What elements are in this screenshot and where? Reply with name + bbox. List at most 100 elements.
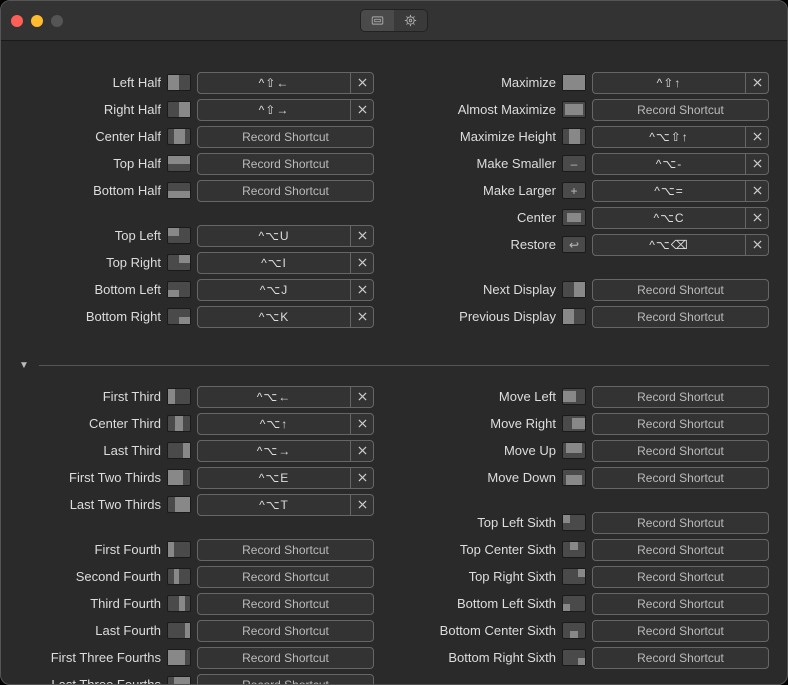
make-smaller-shortcut-field[interactable]: ^⌥- bbox=[592, 153, 769, 175]
top-center-sixth-shortcut-field[interactable]: Record Shortcut bbox=[592, 539, 769, 561]
last-two-thirds-shortcut-field[interactable]: ^⌥T bbox=[197, 494, 374, 516]
first-two-thirds-shortcut-field[interactable]: ^⌥E bbox=[197, 467, 374, 489]
bottom-right-clear-button[interactable] bbox=[350, 307, 373, 327]
shortcut-row-last-two-thirds: Last Two Thirds^⌥T bbox=[19, 491, 374, 518]
last-third-shortcut-text: ^⌥→ bbox=[198, 441, 350, 461]
move-left-shortcut-field[interactable]: Record Shortcut bbox=[592, 386, 769, 408]
top-left-shortcut-field[interactable]: ^⌥U bbox=[197, 225, 374, 247]
center-third-clear-button[interactable] bbox=[350, 414, 373, 434]
right-half-shortcut-text: ^⇧→ bbox=[198, 100, 350, 120]
bottom-left-sixth-shortcut-field[interactable]: Record Shortcut bbox=[592, 593, 769, 615]
center-shortcut-field[interactable]: ^⌥C bbox=[592, 207, 769, 229]
center-label: Center bbox=[414, 210, 556, 225]
second-fourth-shortcut-field[interactable]: Record Shortcut bbox=[197, 566, 374, 588]
bottom-right-sixth-shortcut-field[interactable]: Record Shortcut bbox=[592, 647, 769, 669]
top-right-label: Top Right bbox=[19, 255, 161, 270]
bottom-half-shortcut-field[interactable]: Record Shortcut bbox=[197, 180, 374, 202]
disclosure-toggle[interactable]: ▼ bbox=[19, 360, 29, 371]
first-three-fourths-shortcut-text: Record Shortcut bbox=[198, 648, 373, 668]
top-center-sixth-shortcut-text: Record Shortcut bbox=[593, 540, 768, 560]
first-third-shortcut-field[interactable]: ^⌥← bbox=[197, 386, 374, 408]
center-clear-button[interactable] bbox=[745, 208, 768, 228]
restore-clear-button[interactable] bbox=[745, 235, 768, 255]
right-half-clear-button[interactable] bbox=[350, 100, 373, 120]
top-center-sixth-label: Top Center Sixth bbox=[414, 542, 556, 557]
top-half-shortcut-field[interactable]: Record Shortcut bbox=[197, 153, 374, 175]
shortcut-row-bottom-half: Bottom HalfRecord Shortcut bbox=[19, 177, 374, 204]
shortcut-row-bottom-left-sixth: Bottom Left Sixth Record Shortcut bbox=[414, 590, 769, 617]
top-right-sixth-shortcut-field[interactable]: Record Shortcut bbox=[592, 566, 769, 588]
bottom-center-sixth-shortcut-field[interactable]: Record Shortcut bbox=[592, 620, 769, 642]
move-up-shortcut-field[interactable]: Record Shortcut bbox=[592, 440, 769, 462]
left-half-shortcut-field[interactable]: ^⇧← bbox=[197, 72, 374, 94]
maximize-shortcut-field[interactable]: ^⇧↑ bbox=[592, 72, 769, 94]
center-half-shortcut-field[interactable]: Record Shortcut bbox=[197, 126, 374, 148]
last-third-shortcut-field[interactable]: ^⌥→ bbox=[197, 440, 374, 462]
almost-maximize-thumb bbox=[562, 101, 586, 118]
bottom-right-sixth-shortcut-text: Record Shortcut bbox=[593, 648, 768, 668]
bottom-left-sixth-label: Bottom Left Sixth bbox=[414, 596, 556, 611]
last-fourth-shortcut-field[interactable]: Record Shortcut bbox=[197, 620, 374, 642]
shortcut-row-next-display: Next DisplayRecord Shortcut bbox=[414, 276, 769, 303]
almost-maximize-shortcut-field[interactable]: Record Shortcut bbox=[592, 99, 769, 121]
shortcut-row-bottom-right: Bottom Right^⌥K bbox=[19, 303, 374, 330]
first-third-thumb bbox=[167, 388, 191, 405]
tab-settings[interactable] bbox=[394, 10, 427, 31]
shortcut-row-last-third: Last Third^⌥→ bbox=[19, 437, 374, 464]
group: Maximize^⇧↑Almost MaximizeRecord Shortcu… bbox=[414, 69, 769, 258]
bottom-right-thumb bbox=[167, 308, 191, 325]
maximize-height-clear-button[interactable] bbox=[745, 127, 768, 147]
divider-line bbox=[39, 365, 769, 366]
make-smaller-clear-button[interactable] bbox=[745, 154, 768, 174]
close-button[interactable] bbox=[11, 15, 23, 27]
make-larger-thumb-glyph: + bbox=[570, 185, 577, 197]
make-larger-shortcut-field[interactable]: ^⌥= bbox=[592, 180, 769, 202]
top-right-clear-button[interactable] bbox=[350, 253, 373, 273]
restore-shortcut-field[interactable]: ^⌥⌫ bbox=[592, 234, 769, 256]
previous-display-thumb bbox=[562, 308, 586, 325]
third-fourth-shortcut-field[interactable]: Record Shortcut bbox=[197, 593, 374, 615]
shortcut-row-second-fourth: Second FourthRecord Shortcut bbox=[19, 563, 374, 590]
last-three-fourths-shortcut-field[interactable]: Record Shortcut bbox=[197, 674, 374, 685]
right-half-shortcut-field[interactable]: ^⇧→ bbox=[197, 99, 374, 121]
left-half-clear-button[interactable] bbox=[350, 73, 373, 93]
first-fourth-thumb bbox=[167, 541, 191, 558]
first-three-fourths-shortcut-field[interactable]: Record Shortcut bbox=[197, 647, 374, 669]
top-right-shortcut-field[interactable]: ^⌥I bbox=[197, 252, 374, 274]
first-fourth-shortcut-field[interactable]: Record Shortcut bbox=[197, 539, 374, 561]
section-divider: ▼ bbox=[19, 360, 769, 371]
top-left-sixth-shortcut-field[interactable]: Record Shortcut bbox=[592, 512, 769, 534]
top-left-clear-button[interactable] bbox=[350, 226, 373, 246]
next-display-shortcut-field[interactable]: Record Shortcut bbox=[592, 279, 769, 301]
bottom-right-sixth-label: Bottom Right Sixth bbox=[414, 650, 556, 665]
window-controls bbox=[11, 15, 63, 27]
bottom-right-shortcut-field[interactable]: ^⌥K bbox=[197, 306, 374, 328]
make-larger-clear-button[interactable] bbox=[745, 181, 768, 201]
first-fourth-label: First Fourth bbox=[19, 542, 161, 557]
third-fourth-label: Third Fourth bbox=[19, 596, 161, 611]
last-fourth-thumb bbox=[167, 622, 191, 639]
bottom-left-shortcut-field[interactable]: ^⌥J bbox=[197, 279, 374, 301]
shortcut-row-last-fourth: Last FourthRecord Shortcut bbox=[19, 617, 374, 644]
maximize-height-shortcut-field[interactable]: ^⌥⇧↑ bbox=[592, 126, 769, 148]
first-third-clear-button[interactable] bbox=[350, 387, 373, 407]
first-two-thirds-clear-button[interactable] bbox=[350, 468, 373, 488]
next-display-thumb bbox=[562, 281, 586, 298]
tab-shortcuts[interactable] bbox=[361, 10, 394, 31]
center-third-shortcut-field[interactable]: ^⌥↑ bbox=[197, 413, 374, 435]
move-right-shortcut-field[interactable]: Record Shortcut bbox=[592, 413, 769, 435]
last-third-clear-button[interactable] bbox=[350, 441, 373, 461]
gear-icon bbox=[404, 14, 417, 27]
move-right-label: Move Right bbox=[414, 416, 556, 431]
maximize-clear-button[interactable] bbox=[745, 73, 768, 93]
group: First FourthRecord ShortcutSecond Fourth… bbox=[19, 536, 374, 684]
last-two-thirds-clear-button[interactable] bbox=[350, 495, 373, 515]
move-down-shortcut-field[interactable]: Record Shortcut bbox=[592, 467, 769, 489]
shortcut-row-bottom-center-sixth: Bottom Center SixthRecord Shortcut bbox=[414, 617, 769, 644]
move-left-shortcut-text: Record Shortcut bbox=[593, 387, 768, 407]
zoom-button[interactable] bbox=[51, 15, 63, 27]
previous-display-shortcut-field[interactable]: Record Shortcut bbox=[592, 306, 769, 328]
bottom-left-clear-button[interactable] bbox=[350, 280, 373, 300]
minimize-button[interactable] bbox=[31, 15, 43, 27]
third-fourth-thumb bbox=[167, 595, 191, 612]
